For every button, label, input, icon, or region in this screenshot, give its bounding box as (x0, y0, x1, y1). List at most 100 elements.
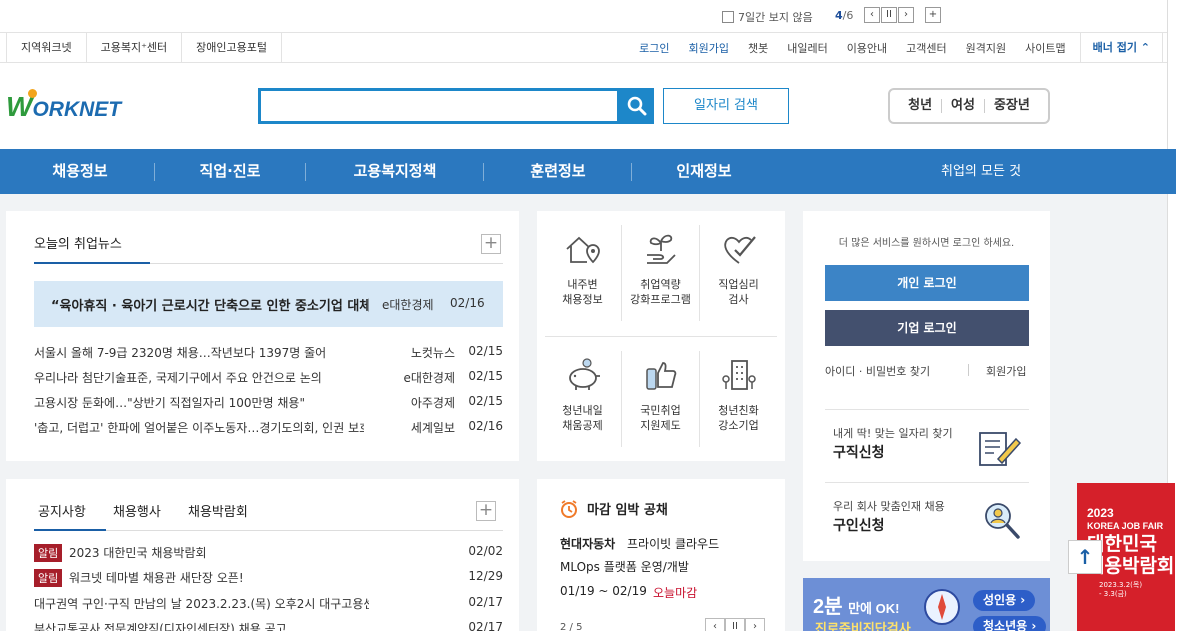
member-links: 로그인 회원가입 챗봇 내일레터 이용안내 고객센터 원격지원 사이트맵 배너 … (620, 33, 1163, 62)
banner-more-button[interactable]: + (925, 7, 941, 23)
nav-training-info[interactable]: 훈련정보 (506, 149, 610, 194)
service-label-1: 직업심리 (718, 278, 759, 291)
signup-link[interactable]: 회원가입 (688, 40, 728, 56)
naeil-letter-link[interactable]: 내일레터 (787, 40, 827, 56)
link-regional-worknet[interactable]: 지역워크넷 (6, 33, 86, 62)
news-item[interactable]: '춥고, 더럽고' 한파에 얼어붙은 이주노동자…경기도의회, 인권 보호 나서… (34, 419, 503, 439)
notice-date: 12/29 (468, 569, 503, 583)
link-disabled-employment[interactable]: 장애인고용포털 (181, 33, 282, 62)
news-more-button[interactable]: + (481, 234, 501, 254)
banner-subline: 진로준비진단검사 (815, 622, 911, 631)
nav-welfare-policy[interactable]: 고용복지정책 (330, 149, 460, 194)
find-id-password-link[interactable]: 아이디 · 비밀번호 찾기 (825, 363, 930, 379)
remote-support-link[interactable]: 원격지원 (966, 40, 1006, 56)
featured-news-source: e대한경제 (382, 298, 434, 312)
featured-news[interactable]: “육아휴직 · 육아기 근로시간 단축으로 인한 중소기업 대체인력 지원” e… (34, 281, 503, 327)
service-label-1: 청년친화 (718, 404, 759, 417)
alert-badge: 알림 (34, 544, 63, 562)
service-label-2: 채용정보 (562, 293, 603, 306)
notice-item[interactable]: 알림 워크넷 테마별 채용관 새단장 오픈! 12/29 (34, 569, 503, 589)
employer-title: 구인신청 (833, 518, 885, 534)
service-employment-support[interactable]: 국민취업 지원제도 (623, 357, 698, 433)
deadline-next-button[interactable]: › (745, 618, 765, 631)
banner-pause-button[interactable]: II (881, 7, 897, 23)
service-label-1: 국민취업 (640, 404, 681, 417)
customer-center-link[interactable]: 고객센터 (906, 40, 946, 56)
banner-headline-big: 2분 (813, 596, 843, 618)
notice-item[interactable]: 대구권역 구인·구직 만남의 날 2023.2.23.(목) 오후2시 대구고용… (34, 595, 503, 615)
tab-youth[interactable]: 청년 (899, 99, 941, 113)
scroll-top-button[interactable]: ↑ (1068, 540, 1102, 574)
job-search-button[interactable]: 일자리 검색 (663, 88, 789, 124)
deadline-pause-button[interactable]: II (725, 618, 745, 631)
service-psych-test[interactable]: 직업심리 검사 (701, 231, 776, 307)
login-message: 더 많은 서비스를 원하시면 로그인 하세요. (838, 238, 1015, 249)
news-title: 서울시 올해 7-9급 2320명 채용…작년보다 1397명 줄어 (34, 346, 327, 360)
banner-headline-small: 만에 OK! (848, 601, 900, 616)
company-login-button[interactable]: 기업 로그인 (825, 310, 1029, 346)
banner-next-button[interactable]: › (898, 7, 914, 23)
hide-7days-label: 7일간 보지 않음 (738, 11, 813, 24)
career-test-banner[interactable]: 2분 만에 OK! 진로준비진단검사 성인용 › 청소년용 › (803, 578, 1050, 631)
job-seeker-subtitle: 내게 딱! 맞는 일자리 찾기 (833, 427, 953, 440)
deadline-job-title-2: MLOps 플랫폼 운영/개발 (560, 560, 689, 574)
chatbot-link[interactable]: 챗봇 (748, 40, 768, 56)
service-capacity-program[interactable]: 취업역량 강화프로그램 (623, 231, 698, 307)
target-group-tabs: 청년 여성 중장년 (888, 88, 1050, 124)
sitemap-link[interactable]: 사이트맵 (1025, 40, 1065, 56)
person-search-icon (985, 503, 1020, 539)
news-title: 우리나라 첨단기술표준, 국제기구에서 주요 안건으로 논의 (34, 371, 322, 385)
personal-login-button[interactable]: 개인 로그인 (825, 265, 1029, 301)
tab-hiring-events[interactable]: 채용행사 (113, 501, 161, 520)
deadline-prev-button[interactable]: ‹ (705, 618, 725, 631)
notice-more-button[interactable]: + (476, 501, 496, 521)
grid-divider (699, 351, 700, 447)
news-date: 02/15 (468, 369, 503, 383)
featured-news-title: “육아휴직 · 육아기 근로시간 단축으로 인한 중소기업 대체인력 지원” (51, 299, 369, 314)
service-nearby-jobs[interactable]: 내주변 채용정보 (545, 231, 620, 307)
news-source: 노컷뉴스 (410, 346, 455, 360)
worknet-logo[interactable]: W ORKNET (6, 89, 121, 123)
news-item[interactable]: 서울시 올해 7-9급 2320명 채용…작년보다 1397명 줄어 노컷뉴스 … (34, 344, 503, 364)
tab-active-indicator (34, 529, 106, 531)
service-label-1: 취업역량 (640, 278, 681, 291)
nav-all-about-jobs[interactable]: 취업의 모든 것 (941, 149, 1021, 194)
banner-control-strip: 7일간 보지 않음 4/6 ‹ II › + (0, 0, 1181, 32)
service-youth-friendly-sme[interactable]: 청년친화 강소기업 (701, 357, 776, 433)
youth-test-button[interactable]: 청소년용 › (973, 616, 1047, 631)
notice-item[interactable]: 알림 2023 대한민국 채용박람회 02/02 (34, 544, 503, 564)
search-button[interactable] (619, 88, 654, 124)
adult-test-button[interactable]: 성인용 › (973, 590, 1036, 611)
tab-notice[interactable]: 공지사항 (38, 501, 86, 520)
deadline-panel: 마감 임박 공채 현대자동차 프라이빗 클라우드 MLOps 플랫폼 운영/개발… (537, 479, 785, 631)
news-item[interactable]: 고용시장 둔화에…"상반기 직접일자리 100만명 채용" 아주경제 02/15 (34, 394, 503, 414)
fair-date-start: 2023.3.2(목) (1099, 581, 1143, 589)
nav-job-info[interactable]: 채용정보 (28, 149, 132, 194)
main-navigation: 채용정보 직업·진로 고용복지정책 훈련정보 인재정보 취업의 모든 것 (0, 149, 1176, 194)
checkbox-box[interactable] (722, 11, 734, 23)
tab-middle-aged[interactable]: 중장년 (983, 99, 1039, 113)
nav-career[interactable]: 직업·진로 (178, 149, 282, 194)
login-link[interactable]: 로그인 (639, 40, 669, 56)
banner-fold-button[interactable]: 배너 접기 ⌃ (1079, 33, 1163, 62)
job-seeker-title: 구직신청 (833, 445, 885, 461)
guide-link[interactable]: 이용안내 (847, 40, 887, 56)
service-label-1: 청년내일 (562, 404, 603, 417)
tab-today-news[interactable]: 오늘의 취업뉴스 (34, 233, 122, 262)
service-label-2: 강화프로그램 (630, 293, 691, 306)
nav-talent-info[interactable]: 인재정보 (652, 149, 756, 194)
news-item[interactable]: 우리나라 첨단기술표준, 국제기구에서 주요 안건으로 논의 e대한경제 02/… (34, 369, 503, 389)
service-youth-savings[interactable]: 청년내일 채움공제 (545, 357, 620, 433)
join-link[interactable]: 회원가입 (986, 363, 1026, 379)
building-icon (721, 360, 756, 390)
banner-prev-button[interactable]: ‹ (864, 7, 880, 23)
search-input[interactable] (258, 88, 620, 124)
notice-item[interactable]: 부산교통공사 전문계약직(디자인센터장) 채용 공고 02/17 (34, 620, 503, 631)
tab-women[interactable]: 여성 (941, 99, 984, 113)
tab-job-fair[interactable]: 채용박람회 (188, 501, 248, 520)
link-welfare-center[interactable]: 고용복지⁺센터 (85, 33, 182, 62)
banner-counter-total: /6 (842, 9, 854, 22)
hide-7days-checkbox[interactable]: 7일간 보지 않음 (722, 9, 813, 25)
news-title: '춥고, 더럽고' 한파에 얼어붙은 이주노동자…경기도의회, 인권 보호 나서 (34, 421, 364, 435)
compass-icon (924, 589, 960, 625)
